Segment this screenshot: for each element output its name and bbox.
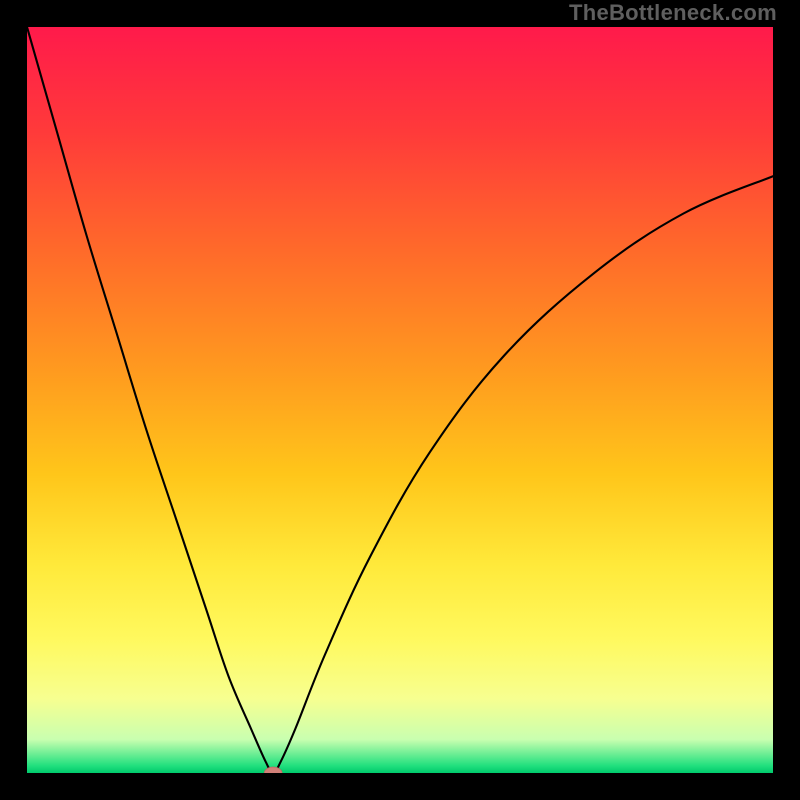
chart-frame: TheBottleneck.com xyxy=(0,0,800,800)
bottleneck-chart xyxy=(27,27,773,773)
plot-area xyxy=(27,27,773,773)
gradient-background xyxy=(27,27,773,773)
watermark-text: TheBottleneck.com xyxy=(569,0,777,26)
